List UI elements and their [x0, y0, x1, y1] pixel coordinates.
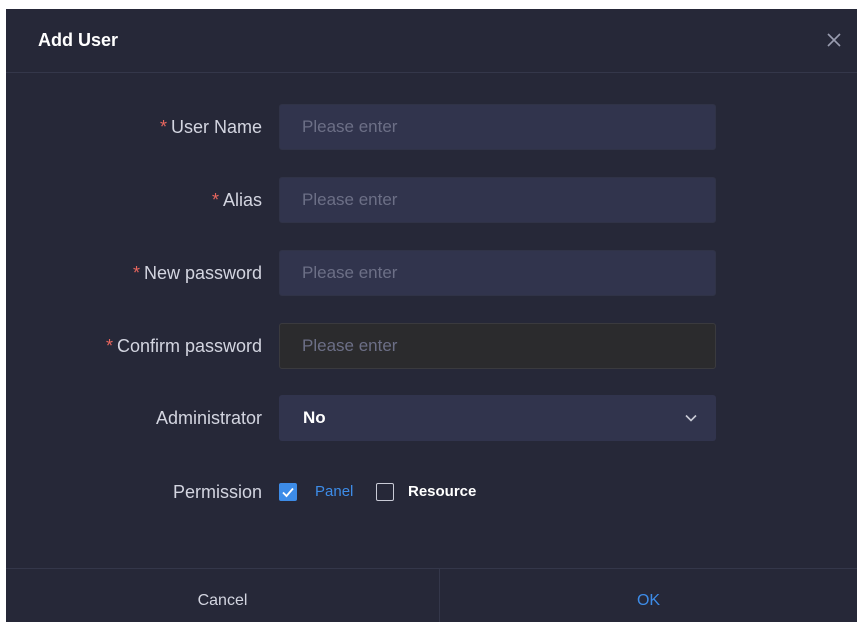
dialog-header: Add User — [6, 9, 857, 73]
confirm-password-label: * Confirm password — [105, 336, 262, 356]
username-input[interactable] — [279, 104, 716, 150]
permission-label: Permission — [172, 482, 262, 502]
alias-label: * Alias — [211, 190, 262, 210]
checkmark-icon — [282, 487, 294, 498]
required-mark: * — [159, 117, 167, 137]
required-mark: * — [132, 263, 140, 283]
confirm-password-input[interactable] — [279, 323, 716, 369]
administrator-label: Administrator — [155, 408, 262, 428]
resource-checkbox-label[interactable]: Resource — [408, 477, 476, 507]
confirm-password-row: * Confirm password — [6, 323, 857, 369]
cancel-button[interactable]: Cancel — [6, 569, 439, 622]
dialog-title: Add User — [38, 30, 119, 50]
panel-checkbox-label[interactable]: Panel — [315, 477, 353, 507]
close-icon — [827, 33, 841, 47]
required-mark: * — [105, 336, 113, 356]
resource-checkbox[interactable] — [376, 483, 394, 501]
required-mark: * — [211, 190, 219, 210]
add-user-dialog: Add User *User Name *Alias *New password… — [6, 9, 857, 622]
dialog-footer: Cancel OK — [6, 568, 857, 622]
permission-row: Permission Panel Resource — [6, 477, 857, 507]
administrator-select[interactable]: No — [279, 395, 716, 441]
panel-checkbox[interactable] — [279, 483, 297, 501]
administrator-row: Administrator No — [6, 395, 857, 441]
chevron-down-icon — [685, 414, 697, 422]
username-row: * User Name — [6, 104, 857, 150]
new-password-input[interactable] — [279, 250, 716, 296]
ok-button[interactable]: OK — [440, 569, 857, 622]
alias-row: * Alias — [6, 177, 857, 223]
close-button[interactable] — [825, 31, 843, 49]
administrator-selected-value: No — [303, 408, 326, 427]
new-password-label: * New password — [132, 263, 262, 283]
new-password-row: * New password — [6, 250, 857, 296]
alias-input[interactable] — [279, 177, 716, 223]
username-label: * User Name — [159, 117, 262, 137]
